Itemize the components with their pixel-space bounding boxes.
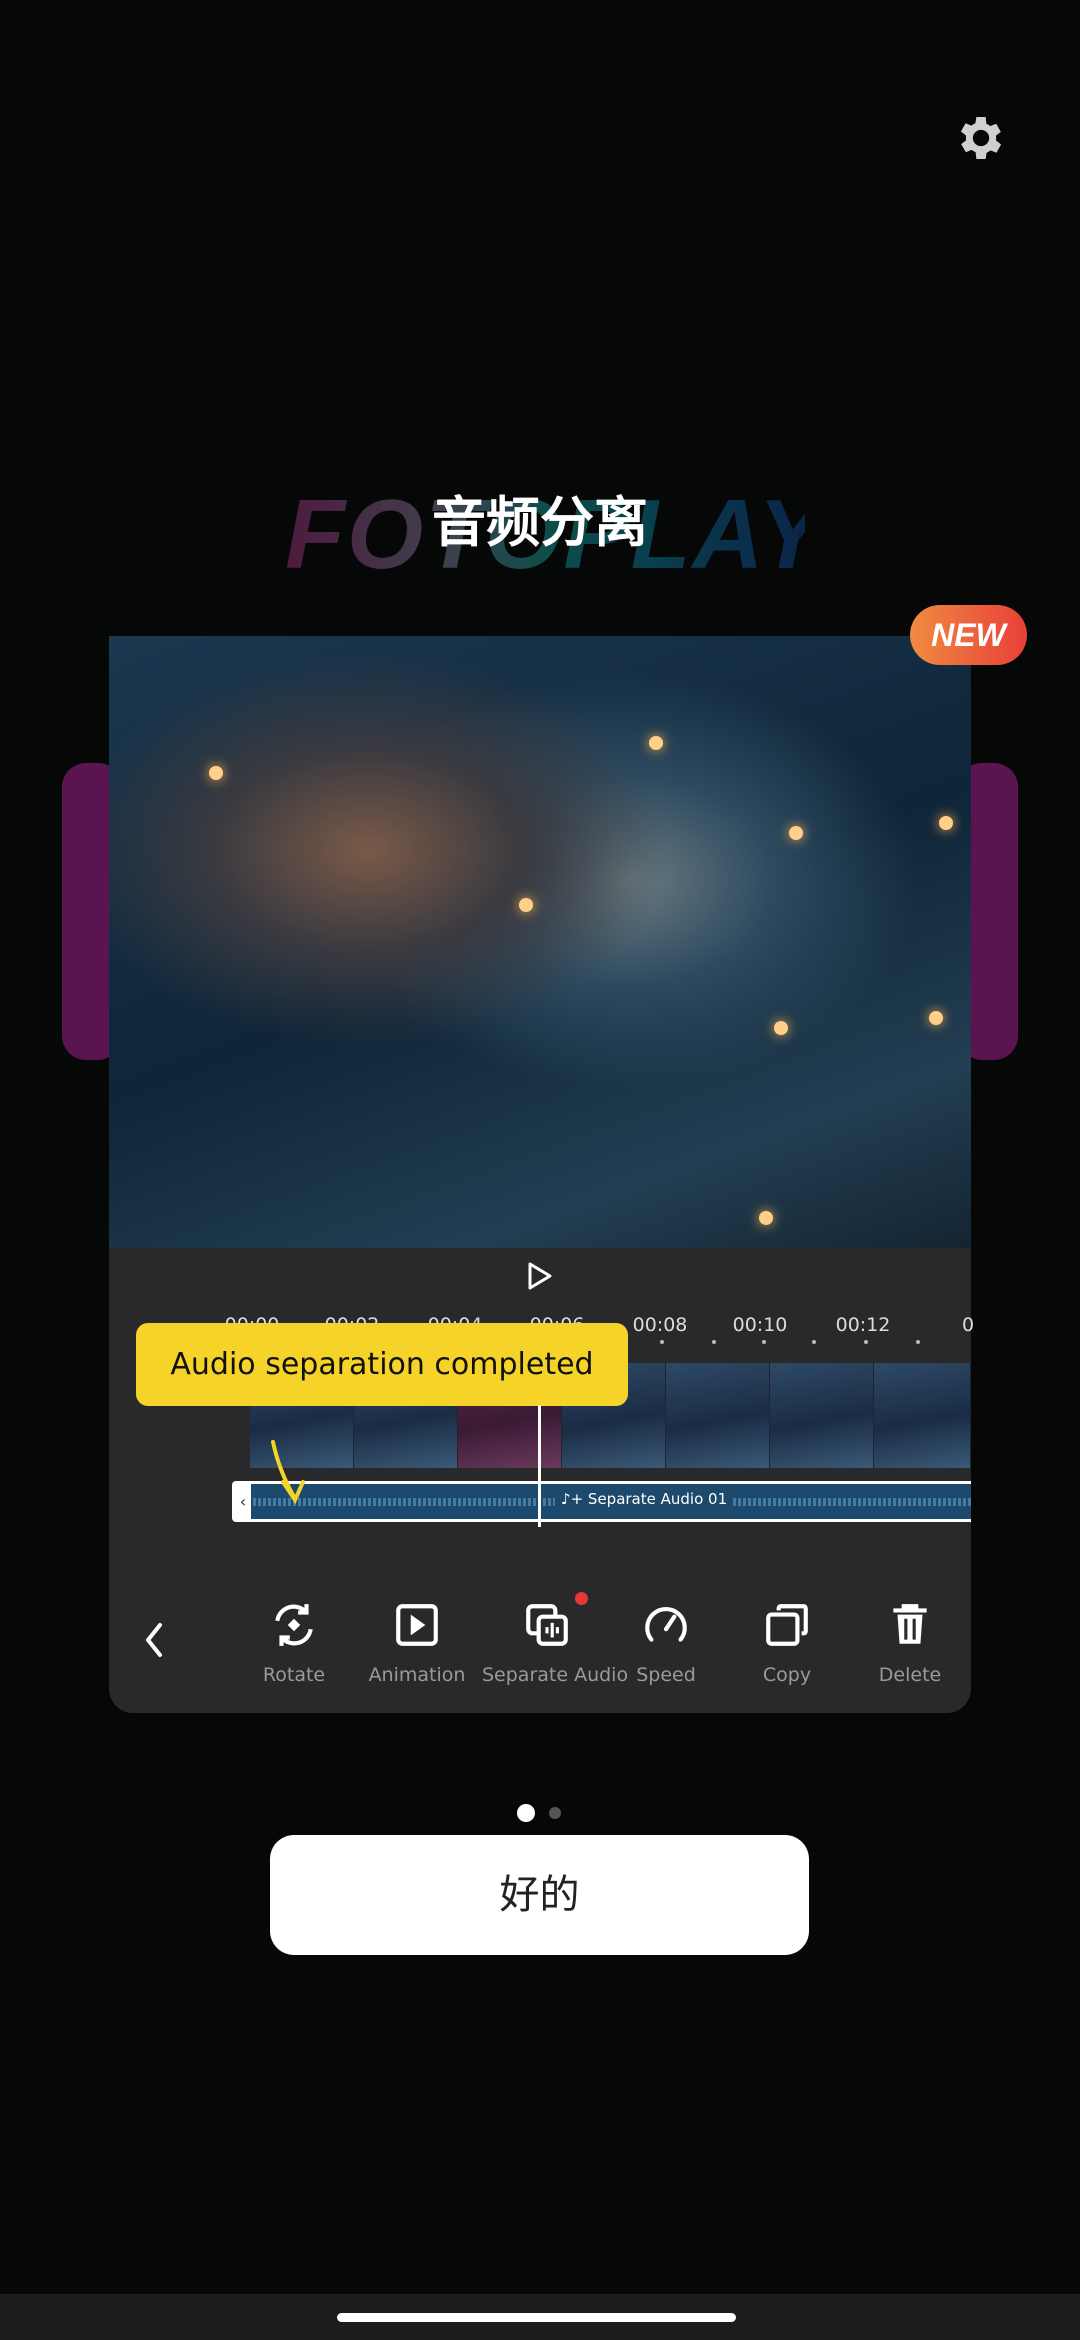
tool-label: Rotate	[262, 1664, 326, 1686]
tool-label: Separate Audio	[482, 1664, 629, 1686]
trim-handle[interactable]: ‹	[235, 1484, 251, 1519]
tool-delete[interactable]: Delete	[845, 1600, 975, 1686]
clip-thumbnail[interactable]	[770, 1363, 874, 1468]
audio-track-label: Separate Audio 01	[587, 1490, 728, 1508]
new-badge: NEW	[910, 605, 1027, 665]
tool-animation[interactable]: Animation	[352, 1600, 482, 1686]
clip-thumbnail[interactable]	[874, 1363, 971, 1468]
timeline-tick: 0	[961, 1314, 975, 1336]
speed-icon	[645, 1606, 687, 1642]
arrow-annotation-icon	[271, 1440, 305, 1505]
tool-label: Speed	[636, 1664, 696, 1686]
tool-label: Delete	[878, 1664, 942, 1686]
tool-label: Animation	[368, 1664, 466, 1686]
tool-speed[interactable]: Speed	[601, 1600, 731, 1686]
back-icon[interactable]	[140, 1620, 168, 1660]
clip-thumbnail[interactable]	[666, 1363, 770, 1468]
timeline-tick: 00:08	[632, 1314, 688, 1336]
tool-separate-audio[interactable]: Separate Audio	[482, 1600, 629, 1686]
home-indicator[interactable]	[337, 2313, 736, 2322]
new-feature-dot	[575, 1592, 588, 1605]
audio-separation-tooltip: Audio separation completed	[136, 1323, 628, 1406]
tool-rotate[interactable]: Rotate	[229, 1600, 359, 1686]
playhead[interactable]	[538, 1405, 541, 1527]
play-icon[interactable]	[526, 1261, 554, 1291]
page-dot-active[interactable]	[517, 1804, 535, 1822]
confirm-button[interactable]: 好的	[270, 1835, 809, 1955]
animation-icon	[396, 1604, 438, 1646]
delete-icon	[893, 1604, 927, 1644]
rotate-icon	[275, 1604, 313, 1646]
page-title: 音频分离	[432, 491, 648, 554]
timeline-tick: 00:10	[732, 1314, 788, 1336]
audio-track[interactable]: ‹ ♪+ Separate Audio 01	[232, 1481, 971, 1522]
tool-label: Copy	[762, 1664, 812, 1686]
tool-copy[interactable]: Copy	[722, 1600, 852, 1686]
timeline-tick: 00:12	[835, 1314, 891, 1336]
music-note-icon: ♪+	[561, 1490, 588, 1508]
separate-audio-icon	[526, 1604, 568, 1646]
page-dot[interactable]	[549, 1807, 561, 1819]
gear-icon[interactable]	[953, 110, 1009, 166]
feature-preview-card	[109, 636, 971, 1713]
copy-icon	[766, 1604, 808, 1646]
video-preview	[109, 636, 971, 1248]
